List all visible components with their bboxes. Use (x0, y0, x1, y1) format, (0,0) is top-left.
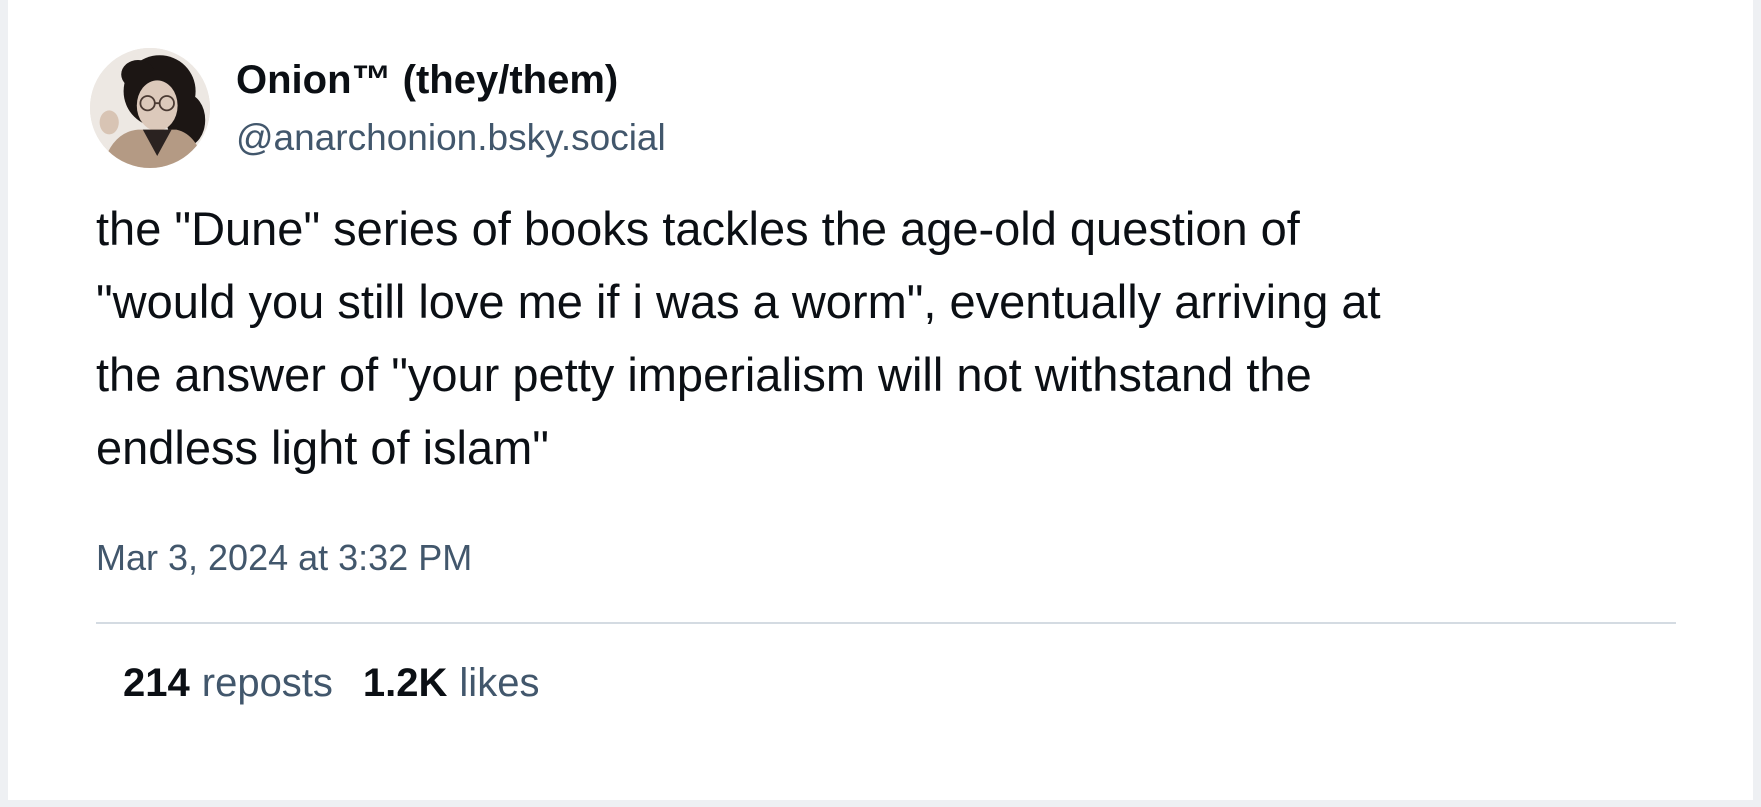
author-display-name[interactable]: Onion™ (they/them) (236, 55, 618, 105)
likes-count: 1.2K (362, 661, 448, 705)
post-text: the "Dune" series of books tackles the a… (96, 192, 1696, 484)
post-text-line: the "Dune" series of books tackles the a… (96, 202, 1300, 255)
reposts-stat[interactable]: 214 reposts (123, 657, 333, 709)
likes-label: likes (459, 661, 540, 705)
reposts-count: 214 (123, 661, 190, 705)
author-handle[interactable]: @anarchonion.bsky.social (236, 113, 666, 163)
post-card: Onion™ (they/them) @anarchonion.bsky.soc… (8, 0, 1753, 800)
post-stats: 214 reposts 1.2K likes (123, 657, 539, 709)
avatar[interactable] (90, 48, 210, 168)
reposts-label: reposts (201, 661, 333, 705)
post-timestamp[interactable]: Mar 3, 2024 at 3:32 PM (96, 535, 472, 581)
avatar-image (90, 48, 210, 168)
likes-stat[interactable]: 1.2K likes (363, 657, 540, 709)
divider (96, 622, 1676, 624)
post-text-line: the answer of "your petty imperialism wi… (96, 348, 1312, 401)
post-text-line: "would you still love me if i was a worm… (96, 275, 1381, 328)
post-text-line: endless light of islam" (96, 421, 549, 474)
